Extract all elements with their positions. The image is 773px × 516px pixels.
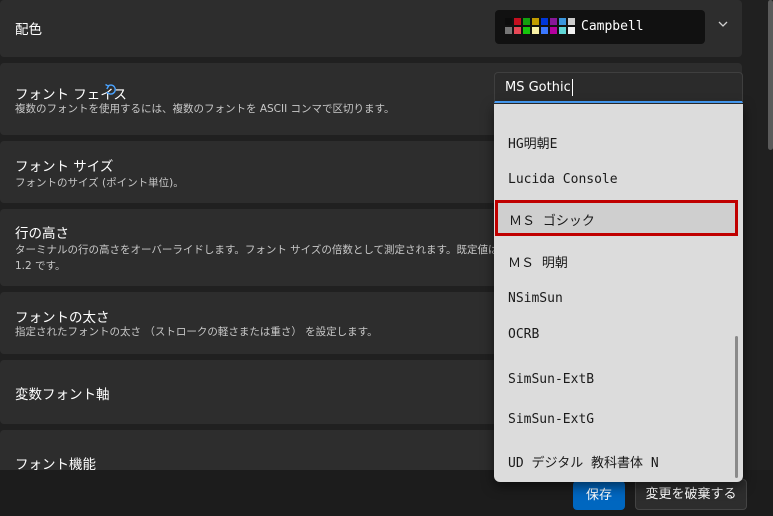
swatch <box>505 18 512 25</box>
swatch <box>541 27 548 34</box>
font-size-title: フォント サイズ <box>15 159 114 175</box>
font-face-input-value: MS Gothic <box>505 80 571 95</box>
font-option[interactable]: Lucida Console <box>494 161 737 199</box>
swatch <box>505 27 512 34</box>
swatch <box>568 27 575 34</box>
font-option[interactable]: SimSun-ExtB <box>494 361 737 399</box>
font-option[interactable]: SimSun-ExtG <box>494 401 737 439</box>
swatch <box>559 27 566 34</box>
color-scheme-combobox[interactable]: Campbell <box>495 10 705 44</box>
color-scheme-value: Campbell <box>581 19 644 34</box>
text-caret <box>572 79 573 96</box>
swatch <box>541 18 548 25</box>
font-face-description: 複数のフォントを使用するには、複数のフォントを ASCII コンマで区切ります。 <box>15 103 395 115</box>
save-button[interactable]: 保存 <box>573 481 625 510</box>
color-scheme-title: 配色 <box>15 22 42 38</box>
font-face-input[interactable]: MS Gothic <box>494 72 743 103</box>
variable-font-axes-title: 変数フォント軸 <box>15 387 110 403</box>
swatch <box>532 18 539 25</box>
font-option[interactable]: UD デジタル 教科書体 N <box>494 441 737 479</box>
swatch <box>523 18 530 25</box>
swatch <box>559 18 566 25</box>
page-scrollbar[interactable] <box>768 0 773 150</box>
font-weight-title: フォントの太さ <box>15 310 110 326</box>
font-size-description: フォントのサイズ (ポイント単位)。 <box>15 177 184 189</box>
chevron-down-icon[interactable] <box>715 18 731 34</box>
swatch <box>532 27 539 34</box>
font-dropdown-list[interactable]: HG明朝E Lucida Console ＭＳ ゴシック ＭＳ 明朝 NSimS… <box>494 104 743 482</box>
font-option[interactable]: HG明朝E <box>494 122 737 160</box>
reset-icon[interactable] <box>104 83 118 101</box>
font-weight-description: 指定されたフォントの太さ （ストロークの軽さまたは重さ） を設定します。 <box>15 326 378 338</box>
swatch <box>514 18 521 25</box>
swatch <box>514 27 521 34</box>
font-option[interactable]: ＭＳ 明朝 <box>494 241 737 279</box>
swatch <box>550 27 557 34</box>
swatch <box>550 18 557 25</box>
line-height-description-2: 1.2 です。 <box>15 260 66 272</box>
color-swatch-preview <box>505 18 577 36</box>
discard-changes-button[interactable]: 変更を破棄する <box>635 479 747 510</box>
font-option[interactable]: OCRB <box>494 316 737 354</box>
font-option-selected[interactable]: ＭＳ ゴシック <box>495 200 738 236</box>
swatch <box>523 27 530 34</box>
dropdown-scrollbar[interactable] <box>735 336 738 478</box>
swatch <box>568 18 575 25</box>
font-option[interactable]: NSimSun <box>494 280 737 318</box>
line-height-title: 行の高さ <box>15 226 69 242</box>
color-scheme-card: 配色 Campbell <box>0 0 742 57</box>
line-height-description: ターミナルの行の高さをオーバーライドします。フォント サイズの倍数として測定され… <box>15 244 541 256</box>
